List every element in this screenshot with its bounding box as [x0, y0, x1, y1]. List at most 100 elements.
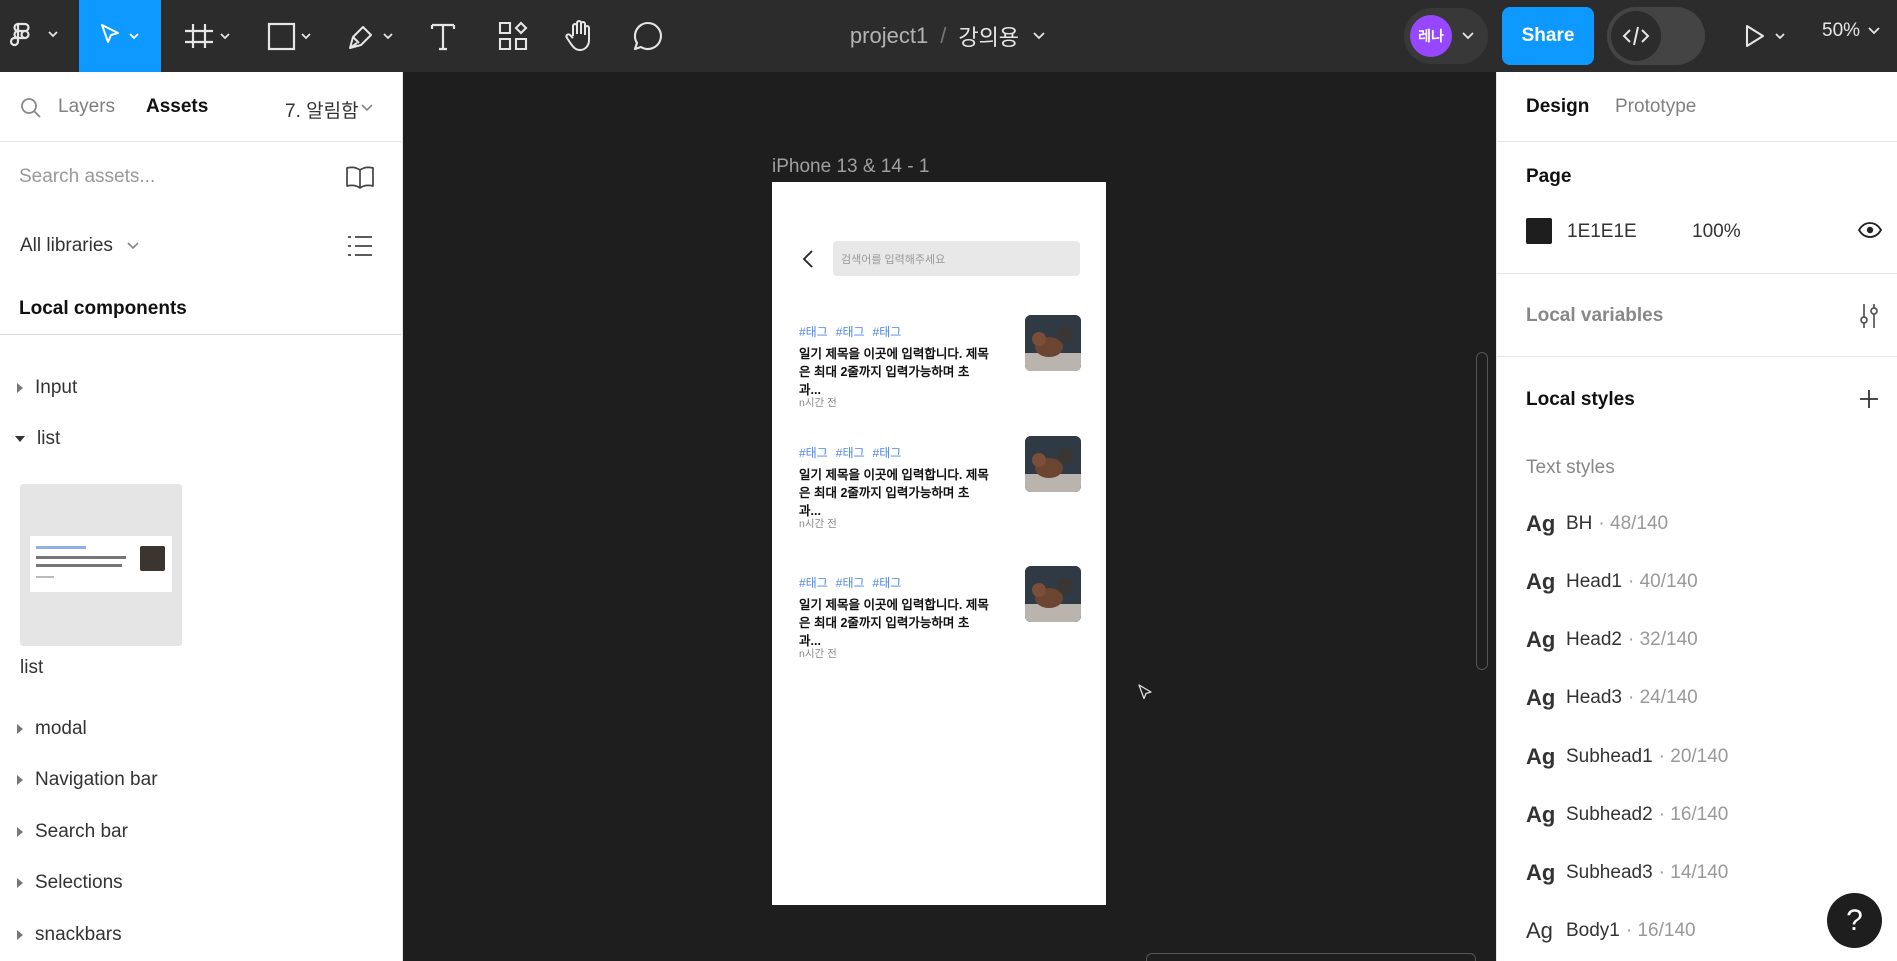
tag-list: #태그 #태그 #태그	[799, 574, 909, 591]
text-style-icon: Ag	[1526, 627, 1556, 652]
list-view-icon[interactable]	[346, 233, 374, 259]
components-icon	[498, 21, 528, 51]
text-style-name: Head2	[1566, 629, 1622, 650]
text-style-row[interactable]: Ag Body1 · 16/140	[1526, 916, 1696, 946]
item-time: n시간 전	[799, 518, 837, 530]
text-tool-button[interactable]	[420, 0, 466, 72]
text-style-row[interactable]: Ag BH · 48/140	[1526, 509, 1668, 539]
component-name[interactable]: list	[20, 657, 43, 679]
tab-assets[interactable]: Assets	[146, 96, 208, 118]
back-arrow-icon[interactable]	[800, 249, 818, 269]
tag: #태그	[835, 576, 865, 590]
tag: #태그	[835, 446, 865, 460]
share-button[interactable]: Share	[1502, 7, 1594, 65]
frame-tool-button[interactable]	[178, 0, 240, 72]
page-select[interactable]: 7. 알림함	[285, 96, 359, 123]
text-style-row[interactable]: Ag Head2 · 32/140	[1526, 625, 1698, 655]
main-menu-button[interactable]	[0, 0, 66, 72]
horizontal-scrollbar[interactable]	[1146, 953, 1476, 961]
eye-icon[interactable]	[1857, 220, 1883, 240]
list-item[interactable]: #태그 #태그 #태그 일기 제목을 이곳에 입력합니다. 제목은 최대 2줄까지 …	[799, 315, 1081, 413]
frame-icon	[185, 24, 230, 48]
tree-item-navigation-bar[interactable]: Navigation bar	[0, 760, 400, 800]
zoom-menu[interactable]: 50%	[1822, 0, 1884, 62]
list-item[interactable]: #태그 #태그 #태그 일기 제목을 이곳에 입력합니다. 제목은 최대 2줄까지 …	[799, 436, 1081, 534]
text-style-icon: Ag	[1526, 685, 1556, 710]
tree-item-selections[interactable]: Selections	[0, 863, 400, 903]
hand-tool-button[interactable]	[558, 0, 602, 72]
tag: #태그	[799, 446, 828, 460]
text-style-row[interactable]: Ag Head1 · 40/140	[1526, 567, 1698, 597]
text-style-row[interactable]: Ag Subhead1 · 20/140	[1526, 742, 1728, 772]
text-style-icon: Ag	[1526, 511, 1556, 536]
page-section-title: Page	[1526, 166, 1572, 187]
move-tool-button[interactable]	[79, 0, 161, 72]
tab-layers[interactable]: Layers	[58, 96, 115, 118]
rectangle-icon	[267, 22, 311, 51]
chevron-down-icon[interactable]	[125, 238, 141, 254]
page-color-hex[interactable]: 1E1E1E	[1567, 221, 1637, 243]
pen-tool-button[interactable]	[336, 0, 404, 72]
tag: #태그	[799, 576, 828, 590]
text-style-name: Body1	[1566, 920, 1620, 941]
page-opacity[interactable]: 100%	[1692, 221, 1741, 243]
variables-settings-icon[interactable]	[1857, 302, 1881, 330]
tree-item-label: Input	[35, 377, 78, 398]
text-style-row[interactable]: Ag Subhead3 · 14/140	[1526, 858, 1728, 888]
tree-item-label: Navigation bar	[35, 769, 158, 790]
title-separator: /	[940, 23, 947, 48]
comment-icon	[633, 21, 662, 51]
text-style-size: · 32/140	[1628, 629, 1698, 650]
list-item[interactable]: #태그 #태그 #태그 일기 제목을 이곳에 입력합니다. 제목은 최대 2줄까지 …	[799, 566, 1081, 664]
assets-search-input[interactable]: Search assets...	[19, 166, 155, 188]
text-style-icon: Ag	[1526, 918, 1553, 943]
tag-list: #태그 #태그 #태그	[799, 323, 909, 340]
code-icon	[1622, 26, 1650, 46]
canvas-scrollbar[interactable]	[1476, 352, 1488, 670]
dev-mode-knob[interactable]	[1611, 11, 1661, 61]
tree-item-icon[interactable]: Icon	[0, 316, 400, 346]
search-icon[interactable]	[19, 96, 43, 120]
library-filter[interactable]: All libraries	[20, 235, 113, 257]
shape-tool-button[interactable]	[256, 0, 322, 72]
text-style-icon: Ag	[1526, 569, 1556, 594]
resources-button[interactable]	[490, 0, 536, 72]
page-color-swatch[interactable]	[1526, 218, 1552, 244]
chevron-down-icon[interactable]	[1460, 28, 1476, 44]
comment-tool-button[interactable]	[626, 0, 670, 72]
mock-search-input[interactable]: 검색어를 입력해주세요	[833, 241, 1080, 276]
tree-item-input[interactable]: Input	[0, 368, 400, 408]
figma-logo-icon	[9, 22, 58, 47]
library-book-icon[interactable]	[344, 164, 376, 190]
tree-item-snackbars[interactable]: snackbars	[0, 915, 400, 955]
chevron-down-icon[interactable]	[359, 100, 375, 116]
file-name[interactable]: project1	[850, 23, 928, 49]
tab-prototype[interactable]: Prototype	[1615, 96, 1696, 118]
text-style-row[interactable]: Ag Head3 · 24/140	[1526, 683, 1698, 713]
text-style-size: · 24/140	[1628, 687, 1698, 708]
tab-design[interactable]: Design	[1526, 96, 1589, 118]
text-style-name: Head3	[1566, 687, 1622, 708]
caret-right-icon	[17, 930, 23, 940]
page-name[interactable]: 강의용	[958, 20, 1019, 52]
tag: #태그	[835, 325, 865, 339]
help-button[interactable]: ?	[1827, 893, 1882, 948]
dog-photo-icon	[1025, 566, 1081, 622]
tree-item-search-bar[interactable]: Search bar	[0, 812, 400, 852]
present-button[interactable]	[1736, 0, 1796, 72]
frame-label[interactable]: iPhone 13 & 14 - 1	[772, 156, 929, 178]
add-icon[interactable]	[1858, 388, 1880, 410]
tree-item-label: snackbars	[35, 924, 122, 945]
tree-item-label: modal	[35, 718, 87, 739]
tree-item-modal[interactable]: modal	[0, 709, 400, 749]
tree-item-label: list	[37, 428, 61, 449]
text-style-icon: Ag	[1526, 802, 1556, 827]
text-style-row[interactable]: Ag Subhead2 · 16/140	[1526, 800, 1728, 830]
iphone-frame[interactable]	[772, 182, 1106, 905]
component-preview	[30, 536, 172, 592]
text-style-size: · 14/140	[1658, 862, 1729, 883]
local-variables-label[interactable]: Local variables	[1526, 305, 1663, 327]
tree-item-list[interactable]: list	[0, 419, 400, 459]
item-title: 일기 제목을 이곳에 입력합니다. 제목은 최대 2줄까지 입력가능하며 초과.…	[799, 468, 989, 518]
avatar[interactable]: 레나	[1410, 15, 1452, 57]
